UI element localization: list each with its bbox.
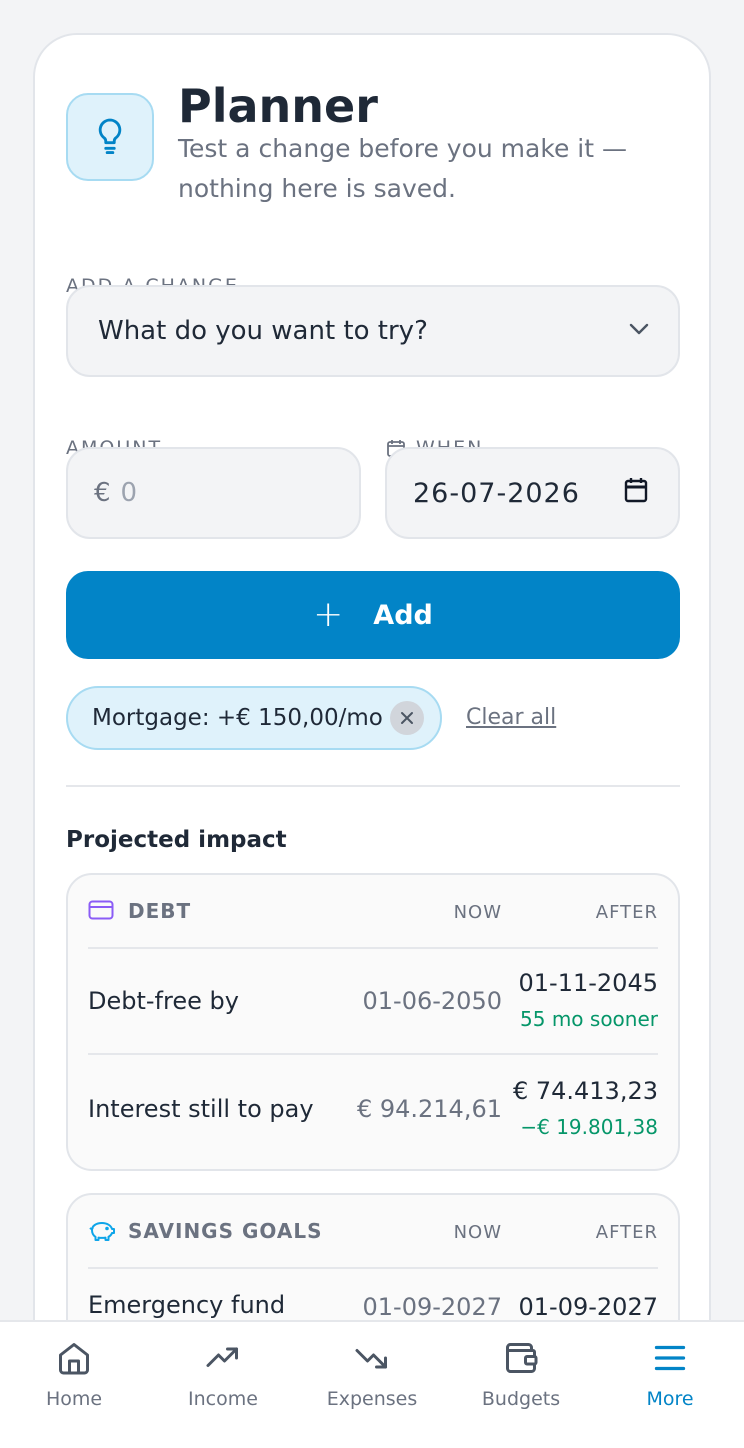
row-after: 01-09-2027 <box>518 1293 658 1321</box>
trending-up-icon <box>204 1340 242 1380</box>
row-now: 01-06-2050 <box>362 987 502 1015</box>
nav-expenses[interactable]: Expenses <box>298 1322 446 1448</box>
row-label: Debt-free by <box>88 987 239 1015</box>
col-now: NOW <box>453 1222 502 1243</box>
savings-panel-header: SAVINGS GOALS NOW AFTER <box>88 1195 658 1269</box>
row-now: 01-09-2027 <box>362 1293 502 1321</box>
section-divider <box>66 785 680 787</box>
page-title: Planner <box>178 79 378 133</box>
date-input[interactable]: 26-07-2026 <box>385 447 680 539</box>
row-delta: −€ 19.801,38 <box>520 1115 658 1139</box>
row-delta: 55 mo sooner <box>520 1007 658 1031</box>
nav-label: Expenses <box>326 1388 418 1410</box>
col-now: NOW <box>453 902 502 923</box>
remove-change-button[interactable] <box>390 701 424 735</box>
nav-budgets[interactable]: Budgets <box>447 1322 595 1448</box>
nav-more[interactable]: More <box>596 1322 744 1448</box>
impact-row: Debt-free by 01-06-2050 01-11-2045 55 mo… <box>88 949 658 1055</box>
nav-label: Home <box>45 1388 103 1410</box>
nav-label: Budgets <box>481 1388 561 1410</box>
home-icon <box>56 1340 92 1380</box>
page-subtitle: Test a change before you make it — nothi… <box>178 134 627 203</box>
add-button-label: Add <box>373 599 433 631</box>
wallet-icon <box>503 1340 539 1380</box>
piggy-bank-icon <box>88 1220 116 1246</box>
col-after: AFTER <box>595 1222 658 1243</box>
row-after: 01-11-2045 <box>518 969 658 997</box>
date-value: 26-07-2026 <box>413 477 580 509</box>
credit-card-icon <box>88 900 114 924</box>
change-chip-label: Mortgage: +€ 150,00/mo <box>92 705 383 731</box>
debt-panel-title: DEBT <box>128 899 192 923</box>
impact-title: Projected impact <box>66 827 287 853</box>
add-change-button[interactable]: + Add <box>66 571 680 659</box>
row-label: Interest still to pay <box>88 1095 314 1123</box>
trending-down-icon <box>353 1340 391 1380</box>
change-type-select[interactable]: What do you want to try? <box>66 285 680 377</box>
row-now: € 94.214,61 <box>356 1095 502 1123</box>
nav-home[interactable]: Home <box>0 1322 148 1448</box>
nav-income[interactable]: Income <box>149 1322 297 1448</box>
menu-icon <box>652 1340 688 1380</box>
row-label: Emergency fund <box>88 1291 286 1319</box>
nav-label: Income <box>188 1388 258 1410</box>
nav-label: More <box>646 1388 694 1410</box>
debt-panel-header: DEBT NOW AFTER <box>88 875 658 949</box>
plus-icon: + <box>313 594 344 635</box>
debt-panel: DEBT NOW AFTER Debt-free by 01-06-2050 0… <box>66 873 680 1171</box>
change-type-select-text: What do you want to try? <box>98 316 428 346</box>
amount-input[interactable]: € 0 <box>66 447 361 539</box>
amount-placeholder: 0 <box>120 478 138 508</box>
row-after: € 74.413,23 <box>512 1077 658 1105</box>
calendar-icon[interactable] <box>624 477 648 507</box>
change-chip: Mortgage: +€ 150,00/mo <box>66 686 442 750</box>
impact-row: Interest still to pay € 94.214,61 € 74.4… <box>88 1057 658 1163</box>
clear-all-link[interactable]: Clear all <box>466 705 556 730</box>
savings-panel-title: SAVINGS GOALS <box>128 1219 323 1243</box>
col-after: AFTER <box>595 902 658 923</box>
close-icon <box>401 712 413 724</box>
planner-card: Planner Test a change before you make it… <box>33 33 711 1433</box>
chevron-down-icon <box>628 321 650 340</box>
bottom-nav: Home Income Expenses Budgets More <box>0 1320 744 1448</box>
lightbulb-icon <box>66 93 154 181</box>
currency-symbol: € <box>94 478 111 508</box>
planner-header: Planner Test a change before you make it… <box>66 79 680 213</box>
